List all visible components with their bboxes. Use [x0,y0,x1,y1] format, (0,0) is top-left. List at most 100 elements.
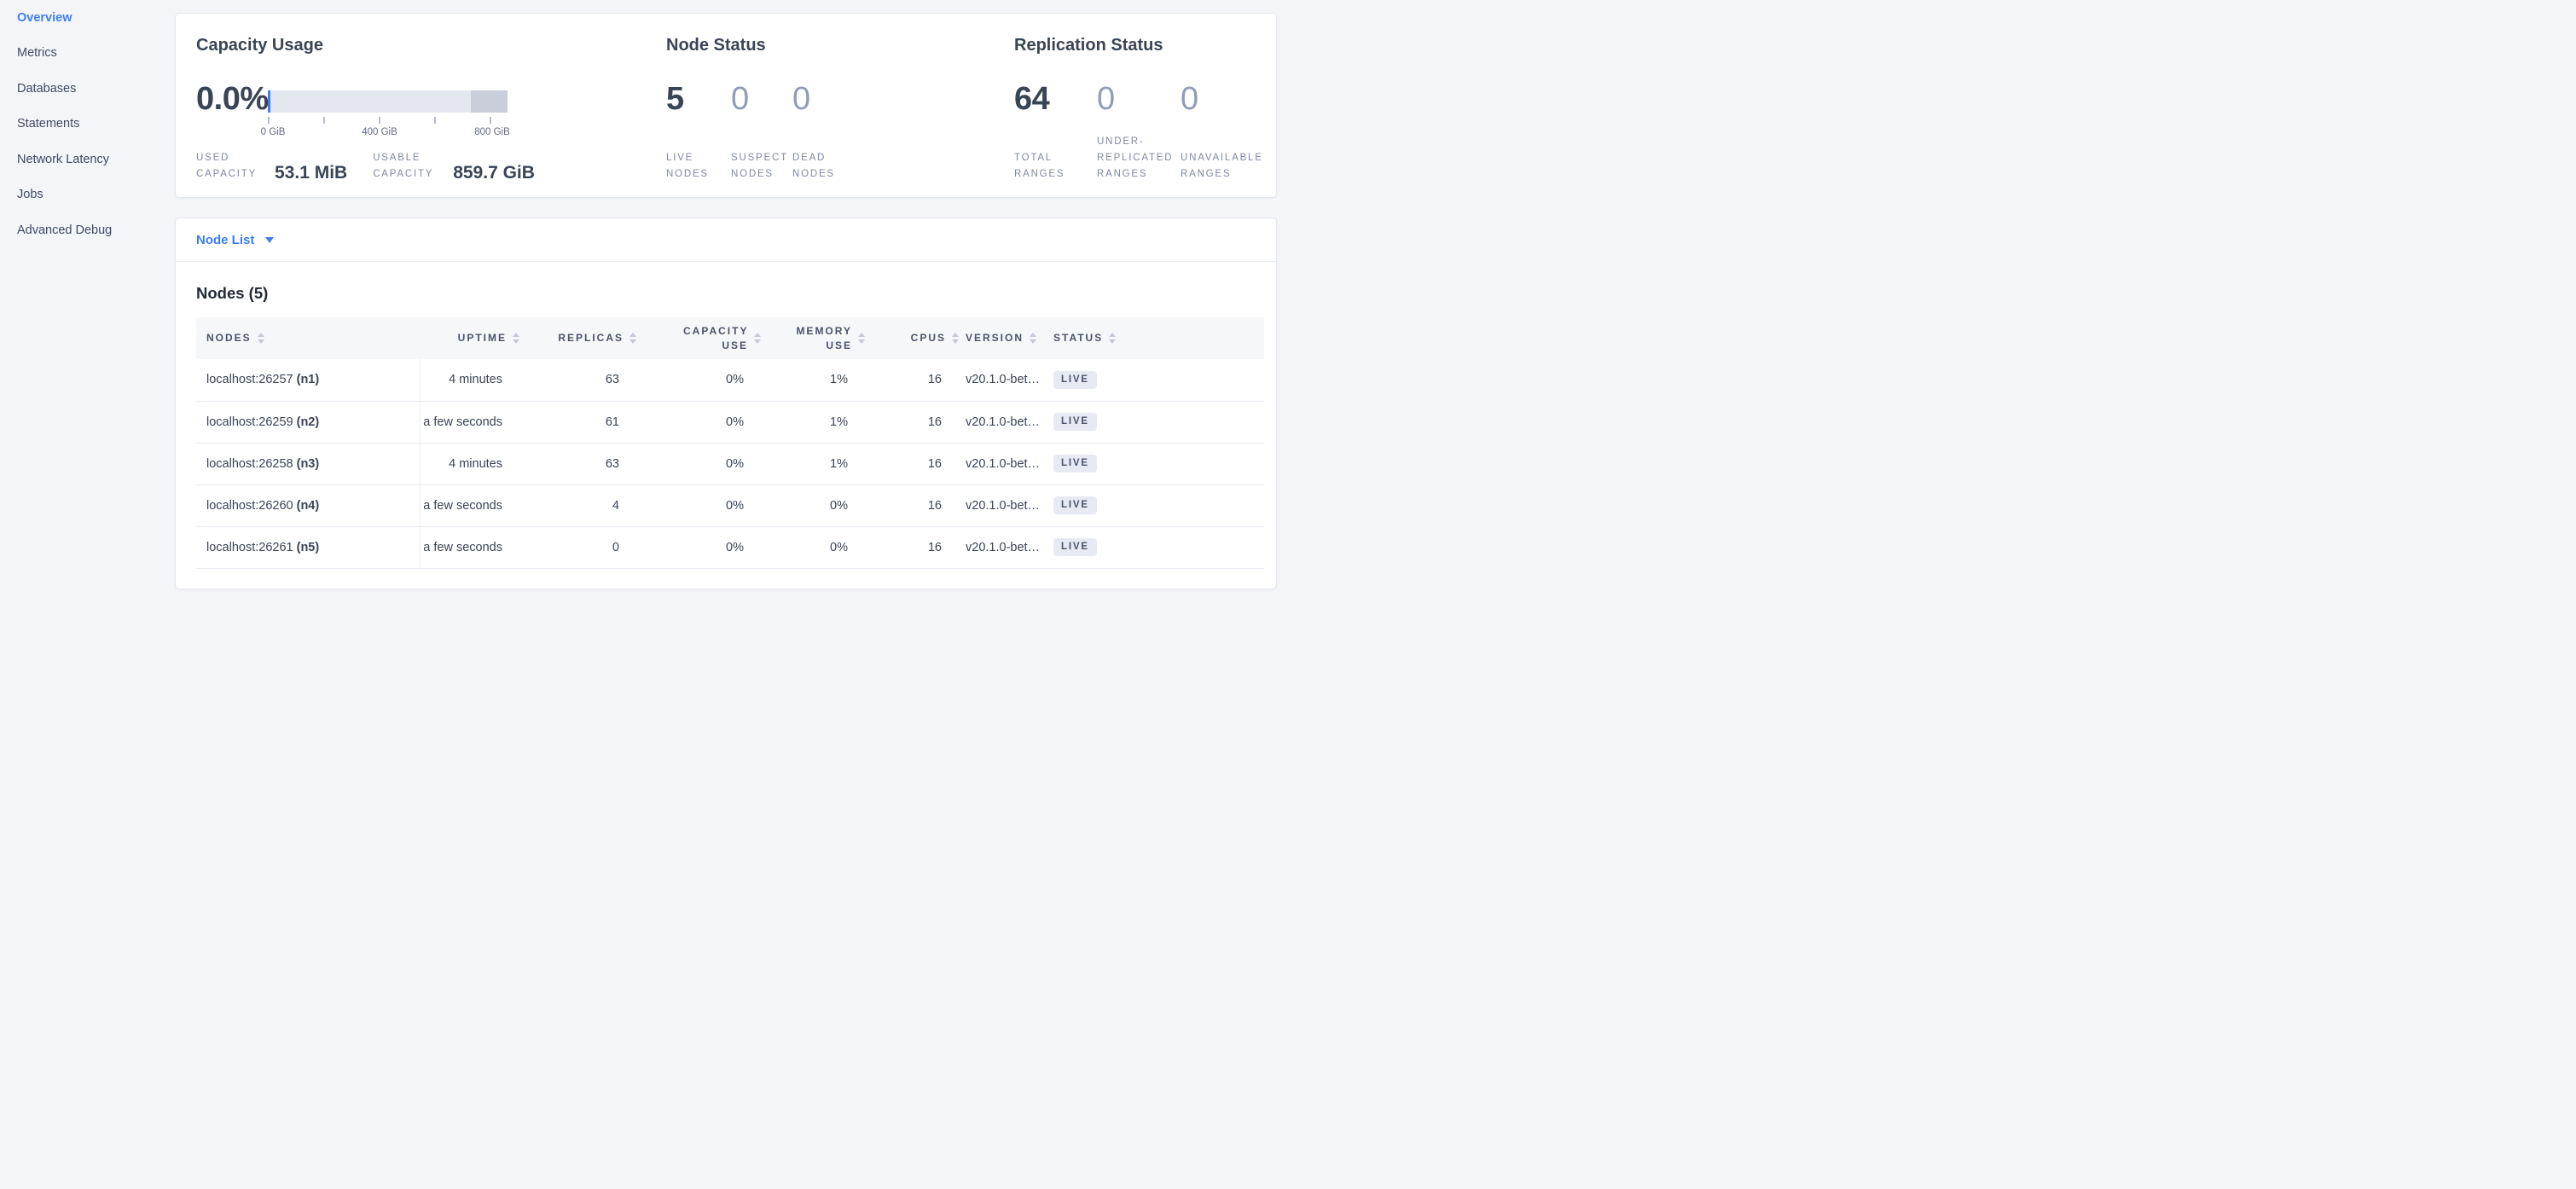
sort-icon [754,333,761,344]
node-address-cell: localhost:26261 (n5) [196,526,420,568]
capacity-use-cell: 0% [643,526,768,568]
cpus-cell: 16 [872,401,966,443]
status-cell: LIVE [1053,443,1264,484]
nodes-table-title: Nodes (5) [196,284,1264,303]
version-cell: v20.1.0-bet… [966,484,1053,526]
suspect-nodes-label: SUSPECT NODES [731,150,792,183]
status-badge: LIVE [1053,538,1097,556]
column-header-capacity-use[interactable]: CAPACITY USE [643,317,768,359]
sidebar-item-overview[interactable]: Overview [0,0,175,36]
capacity-use-cell: 0% [643,443,768,484]
unavailable-ranges-count: 0 [1181,80,1198,118]
capacity-usage-title: Capacity Usage [196,36,648,55]
table-row[interactable]: localhost:26258 (n3) 4 minutes 63 0% 1% … [196,443,1264,484]
table-row[interactable]: localhost:26259 (n2) a few seconds 61 0%… [196,401,1264,443]
capacity-gauge: 0 GiB 400 GiB 800 GiB [268,80,508,139]
column-label: REPLICAS [558,331,624,345]
sidebar-item-jobs[interactable]: Jobs [0,177,175,213]
node-list-dropdown[interactable]: Node List [196,233,274,247]
uptime-cell: a few seconds [420,484,526,526]
version-cell: v20.1.0-bet… [966,359,1053,401]
sort-icon [513,333,519,344]
nodes-card: Node List Nodes (5) NODES UPTIME REPLICA… [175,218,1277,589]
status-badge: LIVE [1053,371,1097,389]
sidebar-item-metrics[interactable]: Metrics [0,36,175,72]
replication-status-title: Replication Status [1014,36,1270,55]
version-cell: v20.1.0-bet… [966,401,1053,443]
axis-label-400gib: 400 GiB [362,127,397,137]
sort-icon [258,333,264,344]
column-label: VERSION [966,331,1024,345]
replicas-cell: 63 [526,443,643,484]
live-nodes-label: LIVE NODES [666,150,731,183]
replicas-cell: 0 [526,526,643,568]
table-row[interactable]: localhost:26260 (n4) a few seconds 4 0% … [196,484,1264,526]
capacity-bar-other-segment [471,90,508,113]
capacity-bar-used-segment [268,90,270,113]
node-address-cell: localhost:26258 (n3) [196,443,420,484]
column-label: CAPACITY USE [683,324,748,353]
column-header-cpus[interactable]: CPUS [872,317,966,359]
column-header-version[interactable]: VERSION [966,317,1053,359]
column-header-uptime[interactable]: UPTIME [420,317,526,359]
table-header-row: NODES UPTIME REPLICAS CAPACITY USE MEMOR… [196,317,1264,359]
cpus-cell: 16 [872,359,966,401]
column-label: NODES [206,331,252,345]
total-ranges-label: TOTAL RANGES [1014,150,1097,183]
view-selector-bar: Node List [176,218,1276,262]
nodes-table: NODES UPTIME REPLICAS CAPACITY USE MEMOR… [196,317,1264,569]
sidebar-item-statements[interactable]: Statements [0,107,175,142]
sidebar-item-network-latency[interactable]: Network Latency [0,142,175,177]
node-address-cell: localhost:26257 (n1) [196,359,420,401]
capacity-use-cell: 0% [643,401,768,443]
capacity-use-cell: 0% [643,484,768,526]
status-badge: LIVE [1053,496,1097,514]
status-cell: LIVE [1053,359,1264,401]
memory-use-cell: 1% [768,401,872,443]
under-replicated-ranges-count: 0 [1097,80,1181,118]
replicas-cell: 4 [526,484,643,526]
column-header-status[interactable]: STATUS [1053,317,1264,359]
column-label: STATUS [1053,331,1103,345]
under-replicated-ranges-label: UNDER-REPLICATED RANGES [1097,134,1181,183]
cluster-summary-card: Capacity Usage 0.0% 0 GiB 400 GiB [175,13,1277,198]
column-label: MEMORY USE [778,324,852,353]
table-row[interactable]: localhost:26257 (n1) 4 minutes 63 0% 1% … [196,359,1264,401]
uptime-cell: a few seconds [420,401,526,443]
status-cell: LIVE [1053,484,1264,526]
live-nodes-count: 5 [666,80,731,118]
uptime-cell: 4 minutes [420,359,526,401]
status-cell: LIVE [1053,401,1264,443]
uptime-cell: 4 minutes [420,443,526,484]
capacity-bar [268,90,508,113]
used-capacity-value: 53.1 MiB [275,164,347,182]
total-ranges-count: 64 [1014,80,1097,118]
sidebar-item-advanced-debug[interactable]: Advanced Debug [0,212,175,248]
replicas-cell: 63 [526,359,643,401]
node-status-section: Node Status 5 0 0 LIVE NODES SUSPECT NOD… [666,36,990,183]
sidebar-item-databases[interactable]: Databases [0,71,175,107]
version-cell: v20.1.0-bet… [966,526,1053,568]
column-header-nodes[interactable]: NODES [196,317,420,359]
sort-icon [952,333,959,344]
column-header-memory-use[interactable]: MEMORY USE [768,317,872,359]
column-label: UPTIME [458,331,507,345]
status-badge: LIVE [1053,413,1097,431]
cpus-cell: 16 [872,443,966,484]
usable-capacity-label: USABLE CAPACITY [373,150,439,183]
cpus-cell: 16 [872,484,966,526]
axis-label-0gib: 0 GiB [261,127,286,137]
column-header-replicas[interactable]: REPLICAS [526,317,643,359]
replication-status-section: Replication Status 64 0 0 TOTAL RANGES U… [1014,36,1270,183]
axis-label-800gib: 800 GiB [474,127,510,137]
node-address-cell: localhost:26260 (n4) [196,484,420,526]
column-label: CPUS [911,331,946,345]
memory-use-cell: 1% [768,359,872,401]
table-row[interactable]: localhost:26261 (n5) a few seconds 0 0% … [196,526,1264,568]
used-capacity-stat: USED CAPACITY 53.1 MiB [196,150,347,183]
suspect-nodes-count: 0 [731,80,792,118]
node-status-title: Node Status [666,36,990,55]
sort-icon [629,333,636,344]
status-badge: LIVE [1053,455,1097,473]
capacity-usage-section: Capacity Usage 0.0% 0 GiB 400 GiB [196,36,648,183]
